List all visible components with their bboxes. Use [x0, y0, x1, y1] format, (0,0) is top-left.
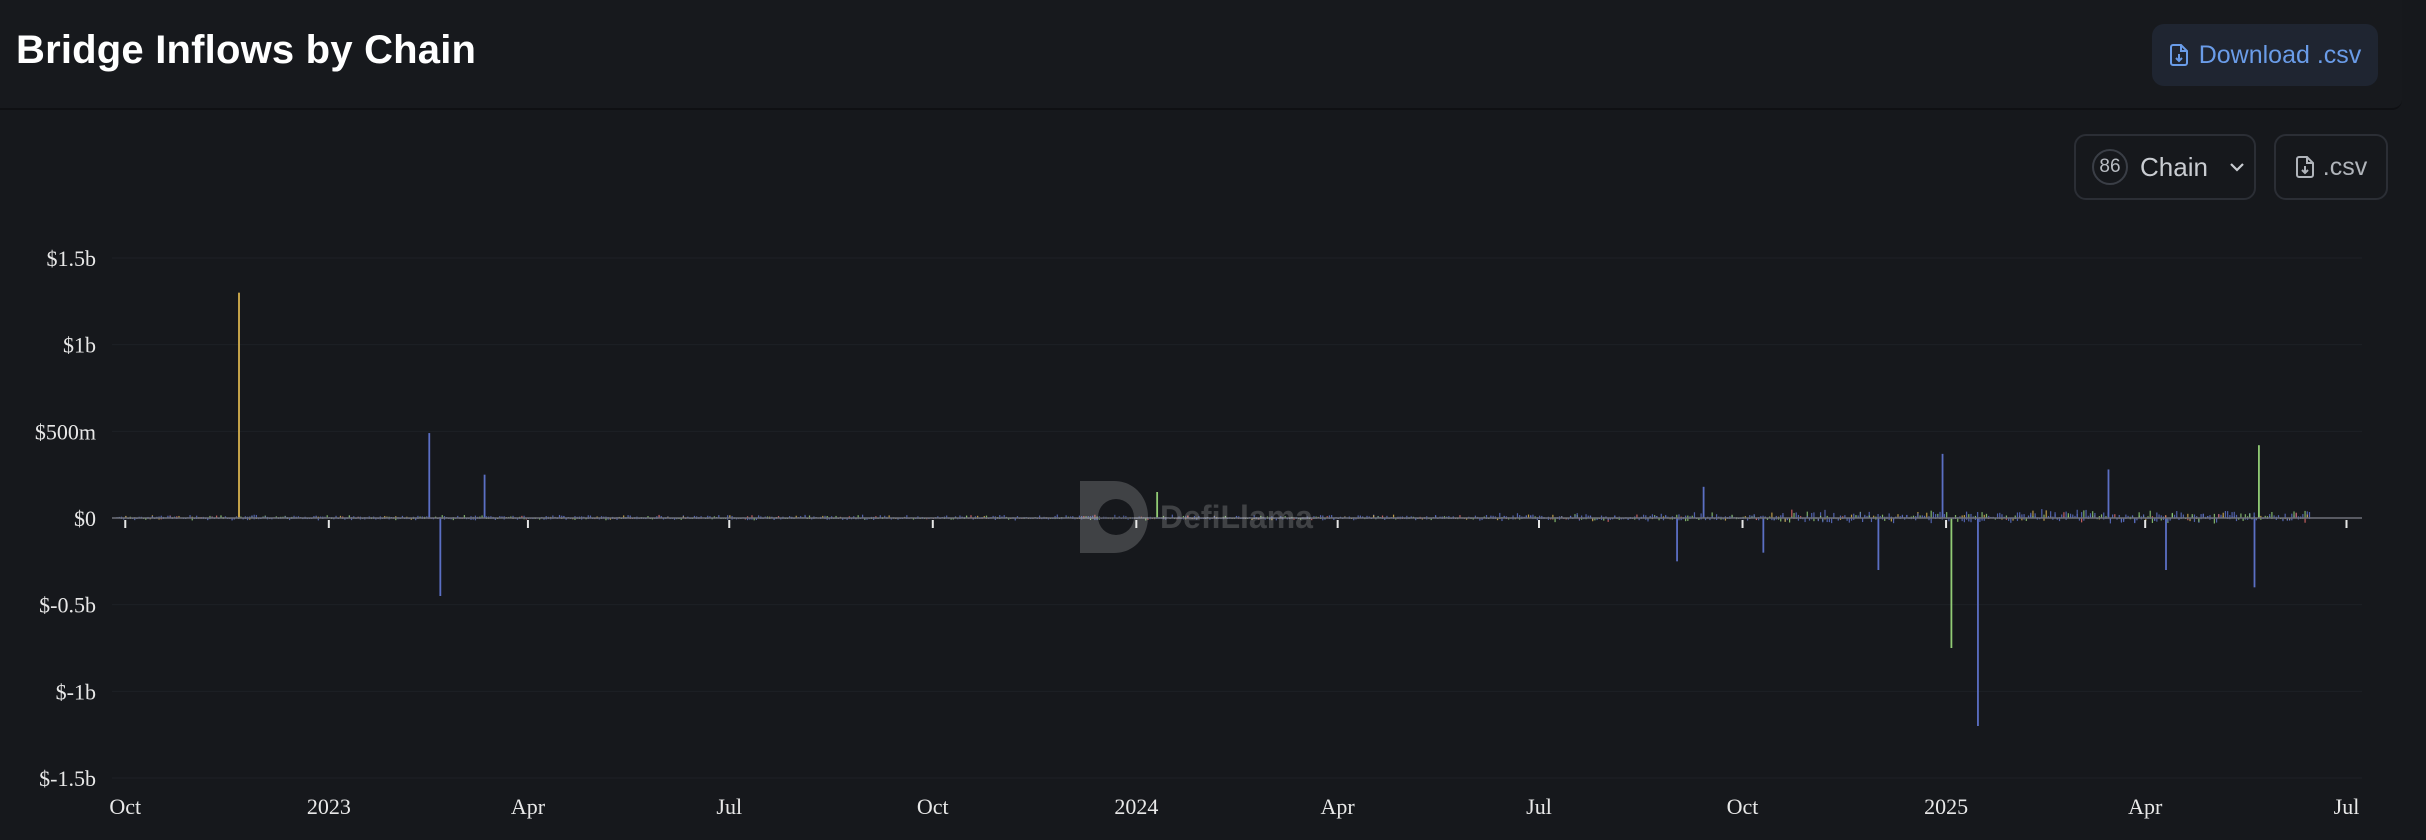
bar: [1941, 453, 1944, 518]
x-tick-label: 2023: [307, 794, 351, 819]
x-tick-label: Oct: [1727, 794, 1759, 819]
x-tick-label: 2024: [1114, 794, 1158, 819]
bar: [2308, 512, 2311, 518]
bar: [1932, 511, 1934, 518]
bar: [2156, 512, 2158, 518]
bar: [1977, 518, 1979, 726]
bar: [1946, 512, 1948, 518]
bar: [439, 518, 442, 596]
bar: [1771, 512, 1773, 518]
bar: [1795, 512, 1797, 518]
bar: [1676, 518, 1678, 562]
bar: [2224, 511, 2227, 518]
bar: [2045, 510, 2047, 518]
y-tick-label: $-0.5b: [39, 593, 96, 618]
bar: [1811, 512, 1813, 518]
bar: [2253, 518, 2256, 588]
bar: [2103, 512, 2105, 518]
bar: [1813, 512, 1815, 518]
y-tick-label: $1.5b: [47, 246, 97, 271]
bar: [2092, 511, 2094, 518]
bar: [1999, 512, 2001, 518]
x-tick-label: Oct: [109, 794, 141, 819]
x-tick-label: Apr: [1321, 794, 1356, 819]
bar: [2016, 512, 2019, 518]
x-tick-label: Jul: [2334, 794, 2360, 819]
bar: [2063, 512, 2065, 518]
bar: [2222, 512, 2224, 518]
bar: [2083, 510, 2085, 518]
bar: [2076, 509, 2078, 518]
bar: [1156, 492, 1159, 518]
bar: [1762, 518, 1765, 553]
bar: [1981, 512, 1983, 518]
bar: [2258, 445, 2260, 518]
chart-bars: [116, 292, 2311, 726]
bar: [1793, 512, 1795, 518]
bar: [2295, 512, 2297, 518]
bar: [2109, 518, 2111, 524]
x-tick-label: Apr: [2128, 794, 2163, 819]
bar: [2050, 511, 2052, 518]
bar: [1831, 518, 1833, 524]
bar: [2271, 512, 2273, 518]
bar: [483, 474, 486, 518]
bar: [2231, 512, 2233, 518]
bar: [2107, 469, 2110, 518]
bar: [2165, 518, 2167, 570]
bar: [1859, 512, 1861, 518]
y-tick-label: $1b: [63, 333, 96, 358]
bar: [2094, 512, 2096, 518]
chart-axis: $1.5b $1b $500m $0 $-0.5b $-1b $-1.5b Oct 2023 Ap…: [35, 246, 2362, 819]
bar: [1930, 518, 1932, 524]
y-tick-label: $0: [74, 506, 96, 531]
bar: [1965, 511, 1968, 518]
bar: [2041, 509, 2043, 518]
x-tick-label: Jul: [716, 794, 742, 819]
y-tick-label: $-1b: [56, 679, 96, 704]
bar: [1702, 486, 1705, 518]
bar: [1833, 512, 1835, 518]
y-tick-label: $-1.5b: [39, 766, 96, 791]
bar: [2213, 518, 2215, 524]
bar: [1499, 512, 1501, 518]
bar: [2293, 511, 2295, 518]
x-tick-label: Jul: [1526, 794, 1552, 819]
bar: [1939, 511, 1941, 518]
bar: [238, 292, 240, 518]
bar: [2085, 509, 2087, 518]
bridge-inflows-chart: $1.5b $1b $500m $0 $-0.5b $-1b $-1.5b Oct 2023 Ap…: [35, 246, 2362, 819]
bar: [1930, 510, 1932, 518]
x-tick-label: Apr: [511, 794, 546, 819]
bar: [2304, 510, 2306, 518]
bar: [1693, 512, 1696, 518]
bar: [2081, 512, 2083, 518]
bar: [1824, 509, 1826, 518]
bar: [1892, 518, 1895, 524]
x-tick-label: Oct: [917, 794, 949, 819]
bar: [1977, 511, 1979, 518]
y-tick-label: $500m: [35, 419, 96, 444]
bar: [1877, 518, 1880, 570]
bar: [2227, 511, 2229, 518]
bar: [1926, 512, 1928, 518]
bar: [1950, 518, 1953, 648]
x-tick-label: 2025: [1924, 794, 1968, 819]
bar: [2019, 512, 2021, 518]
bar: [2180, 512, 2182, 518]
bar: [2149, 510, 2151, 518]
bar: [428, 433, 431, 518]
bar: [2065, 511, 2067, 518]
